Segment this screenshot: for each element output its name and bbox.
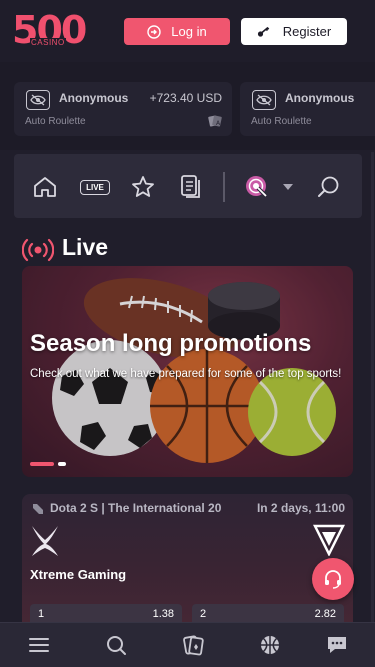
home-icon[interactable] [32,174,58,200]
win-amount: +723.40 USD [149,91,222,105]
win-game: Auto Roulette [25,116,86,127]
carousel-dot[interactable] [58,462,66,466]
sport-navbar: LIVE [14,154,362,218]
win-card[interactable]: Anonymous Auto Roulette [240,82,375,136]
menu-icon[interactable] [27,633,51,657]
login-icon [147,24,161,39]
odd-label: 2 [200,608,207,620]
header: 500 CASINO Log in Register [0,0,375,62]
promo-text: Check out what we have prepared for some… [30,368,342,380]
key-icon [257,26,270,37]
promo-banner[interactable]: Season long promotions Check out what we… [22,266,353,477]
win-card[interactable]: Anonymous +723.40 USD Auto Roulette A [14,82,232,136]
odd-label: 1 [38,608,45,620]
casino-cards-icon[interactable] [181,633,205,657]
team2-logo-icon [313,524,345,556]
cards-icon: A [208,115,222,127]
search-icon[interactable] [316,174,342,200]
match-league: Dota 2 S | The International 20 [50,501,222,515]
logo-subtitle: CASINO [30,38,66,47]
dota-icon [33,504,43,514]
hidden-eye-icon [26,90,50,110]
win-user: Anonymous [59,91,129,105]
carousel-dots [30,462,66,466]
section-title: Live [62,234,109,260]
carousel-dot-active[interactable] [30,462,54,466]
odd-button[interactable]: 1 1.38 [30,604,182,622]
match-time: In 2 days, 11:00 [256,501,345,515]
live-signal-icon [22,238,54,262]
chat-icon[interactable] [325,633,349,657]
esports-icon[interactable] [244,174,270,200]
promo-title: Season long promotions [30,330,312,357]
search-icon[interactable] [104,633,128,657]
register-button[interactable]: Register [241,18,347,45]
recent-wins: Anonymous +723.40 USD Auto Roulette A An… [0,62,375,150]
odd-value: 2.82 [314,608,336,620]
scrollbar[interactable] [371,152,374,622]
odd-button[interactable]: 2 2.82 [192,604,344,622]
live-tab[interactable]: LIVE [80,180,110,195]
login-label: Log in [171,24,207,39]
nav-divider [223,172,225,202]
betslip-icon[interactable] [178,174,204,200]
hidden-eye-icon [252,90,276,110]
win-user: Anonymous [285,91,355,105]
team1-name: Xtreme Gaming [30,567,127,582]
register-label: Register [282,24,332,39]
support-button[interactable] [312,558,354,600]
bottom-navigation [0,622,375,667]
logo[interactable]: 500 CASINO [12,10,87,52]
xtreme-gaming-logo-icon [32,526,58,556]
basketball-icon[interactable] [258,633,282,657]
win-game: Auto Roulette [251,116,312,127]
star-icon[interactable] [130,174,156,200]
chevron-down-icon[interactable] [280,174,296,200]
odd-value: 1.38 [152,608,174,620]
login-button[interactable]: Log in [124,18,230,45]
headset-icon [325,570,341,589]
main-content: LIVE Live Season long promotions Check o… [0,150,375,622]
match-card[interactable]: Dota 2 S | The International 20 In 2 day… [22,494,353,622]
